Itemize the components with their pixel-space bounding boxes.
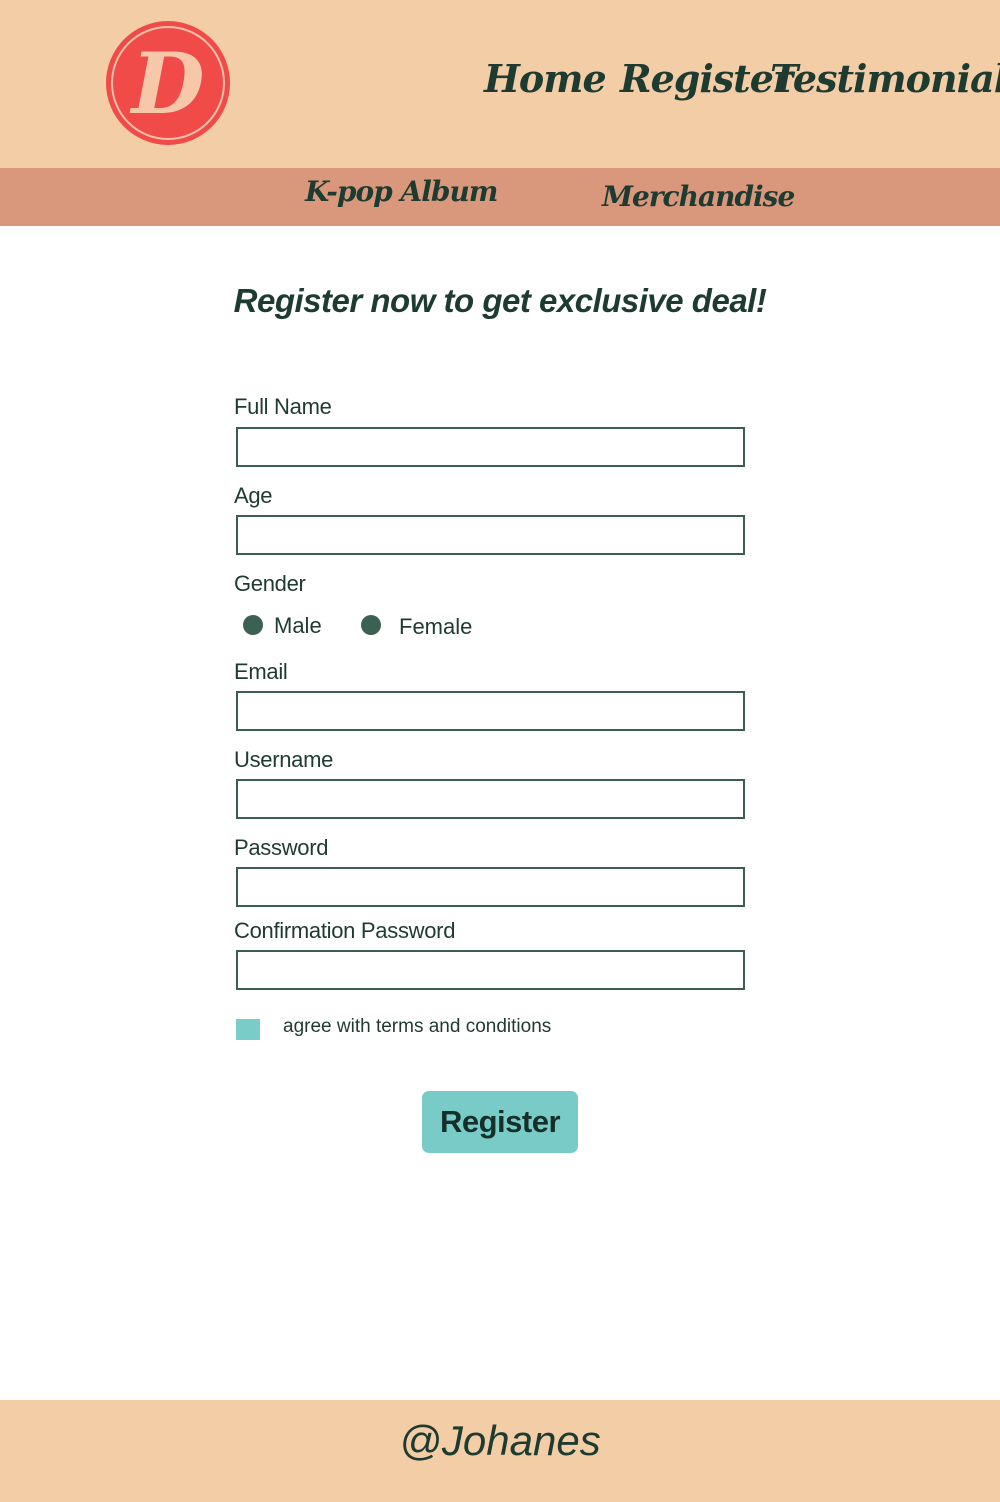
terms-checkbox[interactable] [236, 1019, 260, 1040]
nav-home-link[interactable]: Home [484, 56, 607, 101]
subnav-merchandise-link[interactable]: Merchandise [602, 180, 795, 213]
email-input[interactable] [236, 691, 745, 731]
sub-navigation: K-pop Album Merchandise [0, 168, 1000, 226]
site-logo[interactable]: D [106, 21, 230, 145]
age-label: Age [234, 483, 273, 508]
site-footer: @Johanes [0, 1400, 1000, 1502]
username-input[interactable] [236, 779, 745, 819]
gender-female-label: Female [399, 614, 473, 639]
gender-label: Gender [234, 571, 306, 596]
confirmation-password-input[interactable] [236, 950, 745, 990]
gender-female-radio[interactable] [361, 615, 381, 635]
nav-register-link[interactable]: Register [620, 56, 793, 101]
password-label: Password [234, 835, 329, 860]
full-name-input[interactable] [236, 427, 745, 467]
page-headline: Register now to get exclusive deal! [233, 282, 767, 319]
terms-label: agree with terms and conditions [283, 1016, 552, 1037]
username-label: Username [234, 747, 334, 772]
gender-male-label: Male [274, 613, 322, 638]
register-button[interactable]: Register [422, 1091, 578, 1153]
confirmation-password-label: Confirmation Password [234, 918, 456, 943]
site-header: D Home Register Testimonial [0, 0, 1000, 168]
nav-testimonial-link[interactable]: Testimonial [770, 56, 1000, 101]
password-input[interactable] [236, 867, 745, 907]
page: D Home Register Testimonial K-pop Album … [0, 0, 1000, 1502]
gender-male-radio[interactable] [243, 615, 263, 635]
logo-letter: D [131, 34, 205, 133]
age-input[interactable] [236, 515, 745, 555]
full-name-label: Full Name [234, 394, 332, 419]
footer-credit: @Johanes [399, 1417, 601, 1464]
email-label: Email [234, 659, 288, 684]
subnav-kpop-album-link[interactable]: K-pop Album [305, 175, 498, 208]
